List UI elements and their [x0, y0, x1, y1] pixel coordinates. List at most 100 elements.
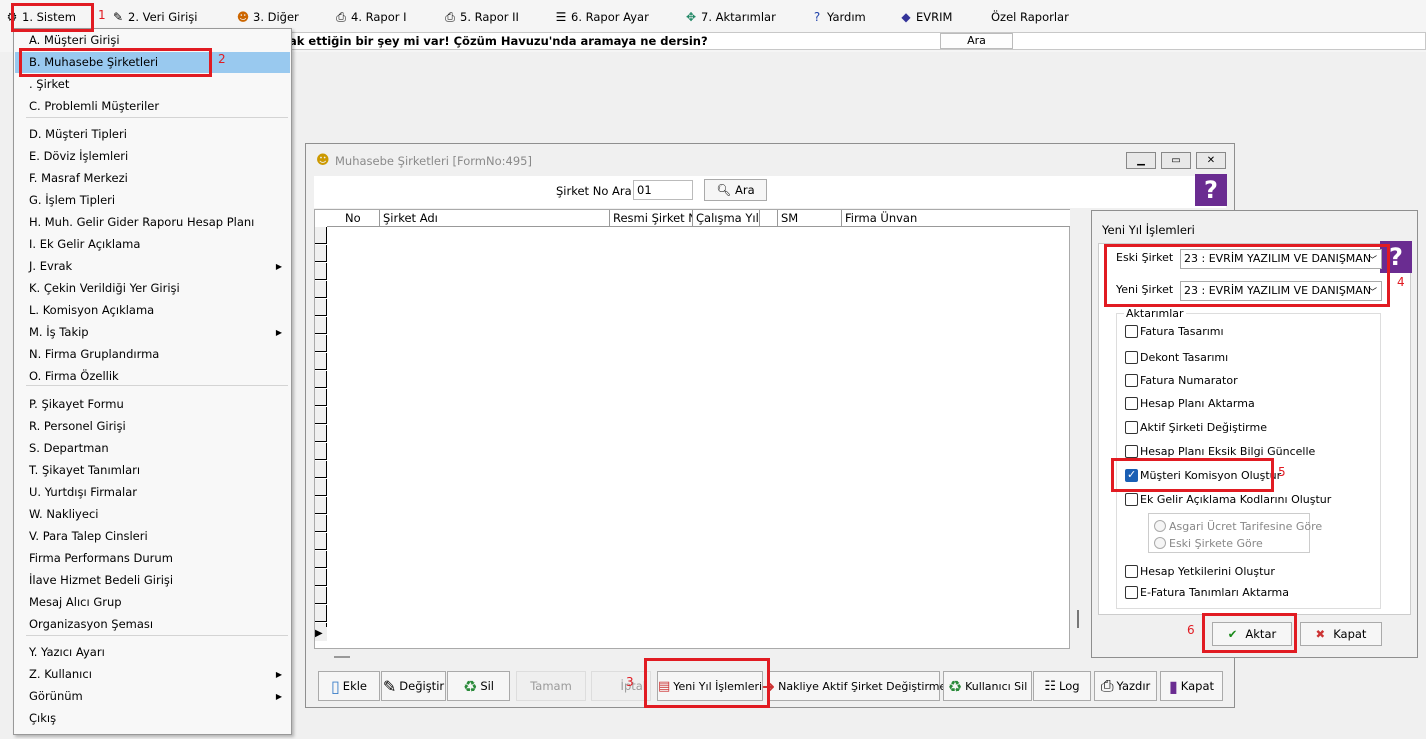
col-no[interactable]: No	[327, 210, 380, 227]
search-panel	[314, 176, 1226, 208]
dropdown-item[interactable]: Mesaj Alıcı Grup	[15, 592, 290, 613]
dropdown-item[interactable]: D. Müşteri Tipleri	[15, 124, 290, 145]
window-titlebar: ☻ Muhasebe Şirketleri [FormNo:495] ▁ ▭ ✕	[306, 144, 1234, 176]
scroll-thumb[interactable]	[1077, 610, 1079, 628]
dropdown-item[interactable]: Çıkış	[15, 708, 290, 729]
sirket-ara-button[interactable]: 🔍︎ Ara	[704, 179, 767, 201]
nakliye-aktif-sirket-button[interactable]: ➜ Nakliye Aktif Şirket Değiştirme	[762, 671, 946, 701]
radio-eski-sirket-label: Eski Şirkete Göre	[1169, 537, 1263, 550]
checkbox[interactable]	[1125, 374, 1138, 387]
iptal-button[interactable]: İptal	[591, 671, 651, 701]
close-window-icon: ✖	[1315, 627, 1326, 641]
checkbox[interactable]	[1125, 421, 1138, 434]
menu-rapor-1[interactable]: ⎙ 4. Rapor I	[333, 8, 406, 26]
annotation-box-1	[11, 3, 94, 32]
checkbox[interactable]	[1125, 565, 1138, 578]
printer-icon: ⎙	[445, 10, 455, 24]
col-blank[interactable]	[760, 210, 778, 227]
col-sm[interactable]: SM	[778, 210, 842, 227]
radio-asgari[interactable]	[1154, 520, 1166, 532]
help-search-input[interactable]: ak ettiğin bir şey mi var! Çözüm Havuzu'…	[284, 32, 1426, 50]
dropdown-item-label: Z. Kullanıcı	[29, 667, 92, 681]
menu-diger[interactable]: ☻ 3. Diğer	[235, 8, 299, 26]
menu-yardim[interactable]: ? Yardım	[809, 8, 866, 26]
menu-veri-girisi[interactable]: ✎ 2. Veri Girişi	[110, 8, 198, 26]
dropdown-item[interactable]: T. Şikayet Tanımları	[15, 460, 290, 481]
dropdown-item[interactable]: N. Firma Gruplandırma	[15, 344, 290, 365]
dropdown-item[interactable]: O. Firma Özellik	[15, 366, 290, 387]
dropdown-item[interactable]: H. Muh. Gelir Gider Raporu Hesap Planı	[15, 212, 290, 233]
dropdown-item[interactable]: İlave Hizmet Bedeli Girişi	[15, 570, 290, 591]
tamam-button[interactable]: Tamam	[516, 671, 586, 701]
dropdown-item[interactable]: L. Komisyon Açıklama	[15, 300, 290, 321]
col-calisma-yili[interactable]: Çalışma Yılı	[693, 210, 760, 227]
log-button[interactable]: ☷ Log	[1033, 671, 1091, 701]
dropdown-item[interactable]: F. Masraf Merkezi	[15, 168, 290, 189]
sirket-grid[interactable]: No Şirket Adı Resmi Şirket No Çalışma Yı…	[314, 209, 1079, 649]
dropdown-item[interactable]: W. Nakliyeci	[15, 504, 290, 525]
help-search-button[interactable]: Ara	[940, 33, 1013, 49]
checkbox[interactable]	[1125, 325, 1138, 338]
row-indicator	[315, 425, 327, 442]
ekle-button[interactable]: ▯ Ekle	[318, 671, 380, 701]
row-indicator	[315, 569, 327, 586]
dropdown-item[interactable]: I. Ek Gelir Açıklama	[15, 234, 290, 255]
sistem-dropdown: A. Müşteri Girişi B. Muhasebe Şirketleri …	[13, 28, 292, 735]
row-indicator	[315, 227, 327, 244]
dropdown-item[interactable]: G. İşlem Tipleri	[15, 190, 290, 211]
dropdown-item[interactable]: . Şirket	[15, 74, 290, 95]
dropdown-item-label: . Şirket	[29, 77, 70, 91]
menu-rapor-2[interactable]: ⎙ 5. Rapor II	[442, 8, 519, 26]
checkbox-label: Fatura Tasarımı	[1140, 325, 1224, 338]
yazdir-button[interactable]: ⎙ Yazdır	[1094, 671, 1157, 701]
dropdown-item[interactable]: M. İş Takip ▶	[15, 322, 290, 343]
checkbox[interactable]	[1125, 493, 1138, 506]
dropdown-item[interactable]: Organizasyon Şeması	[15, 614, 290, 635]
dropdown-item[interactable]: K. Çekin Verildiği Yer Girişi	[15, 278, 290, 299]
degistir-button[interactable]: ✎ Değiştir	[381, 671, 446, 701]
pen-icon: ✎	[112, 10, 124, 24]
minimize-button[interactable]: ▁	[1126, 152, 1156, 169]
radio-eski-sirket[interactable]	[1154, 537, 1166, 549]
menu-evrim[interactable]: ◆ EVRIM	[898, 8, 952, 26]
sirket-no-input[interactable]: 01	[633, 180, 693, 200]
row-pointer-icon: ▶	[315, 627, 327, 641]
help-icon[interactable]: ?	[1195, 174, 1227, 206]
col-sirket-adi[interactable]: Şirket Adı	[380, 210, 610, 227]
panel-kapat-button[interactable]: ✖ Kapat	[1300, 622, 1382, 646]
row-indicator	[315, 587, 327, 604]
dropdown-item[interactable]: U. Yurtdışı Firmalar	[15, 482, 290, 503]
splitter[interactable]	[334, 656, 350, 658]
maximize-button[interactable]: ▭	[1161, 152, 1191, 169]
sil-button[interactable]: ♻ Sil	[447, 671, 510, 701]
dropdown-item[interactable]: P. Şikayet Formu	[15, 394, 290, 415]
checkbox[interactable]	[1125, 445, 1138, 458]
menu-rapor-ayar[interactable]: ☰ 6. Rapor Ayar	[553, 8, 649, 26]
dropdown-item[interactable]: J. Evrak ▶	[15, 256, 290, 277]
kullanici-sil-button[interactable]: ♻ Kullanıcı Sil	[943, 671, 1032, 701]
menu-aktarimlar[interactable]: ✥ 7. Aktarımlar	[683, 8, 776, 26]
annotation-box-6	[1202, 613, 1297, 653]
aktarimlar-label: Aktarımlar	[1124, 307, 1186, 320]
checkbox[interactable]	[1125, 397, 1138, 410]
kapat-button[interactable]: ▮ Kapat	[1160, 671, 1223, 701]
close-button[interactable]: ✕	[1196, 152, 1226, 169]
dropdown-item[interactable]: Z. Kullanıcı ▶	[15, 664, 290, 685]
col-resmi-sirket-no[interactable]: Resmi Şirket No	[610, 210, 693, 227]
dropdown-item[interactable]: Görünüm ▶	[15, 686, 290, 707]
dropdown-item[interactable]: S. Departman	[15, 438, 290, 459]
checkbox[interactable]	[1125, 586, 1138, 599]
checkbox[interactable]	[1125, 351, 1138, 364]
annotation-box-5	[1111, 458, 1274, 492]
dropdown-item[interactable]: E. Döviz İşlemleri	[15, 146, 290, 167]
dropdown-item[interactable]: Firma Performans Durum	[15, 548, 290, 569]
dropdown-item[interactable]: V. Para Talep Cinsleri	[15, 526, 290, 547]
menu-ozel-raporlar[interactable]: Özel Raporlar	[991, 8, 1069, 26]
dropdown-item[interactable]: R. Personel Girişi	[15, 416, 290, 437]
dropdown-item-label: H. Muh. Gelir Gider Raporu Hesap Planı	[29, 215, 255, 229]
dropdown-item[interactable]: C. Problemli Müşteriler	[15, 96, 290, 117]
dropdown-item-label: W. Nakliyeci	[29, 507, 99, 521]
dropdown-item[interactable]: Y. Yazıcı Ayarı	[15, 642, 290, 663]
col-firma-unvan[interactable]: Firma Ünvan	[842, 210, 1070, 227]
dropdown-item-label: Çıkış	[29, 711, 57, 725]
